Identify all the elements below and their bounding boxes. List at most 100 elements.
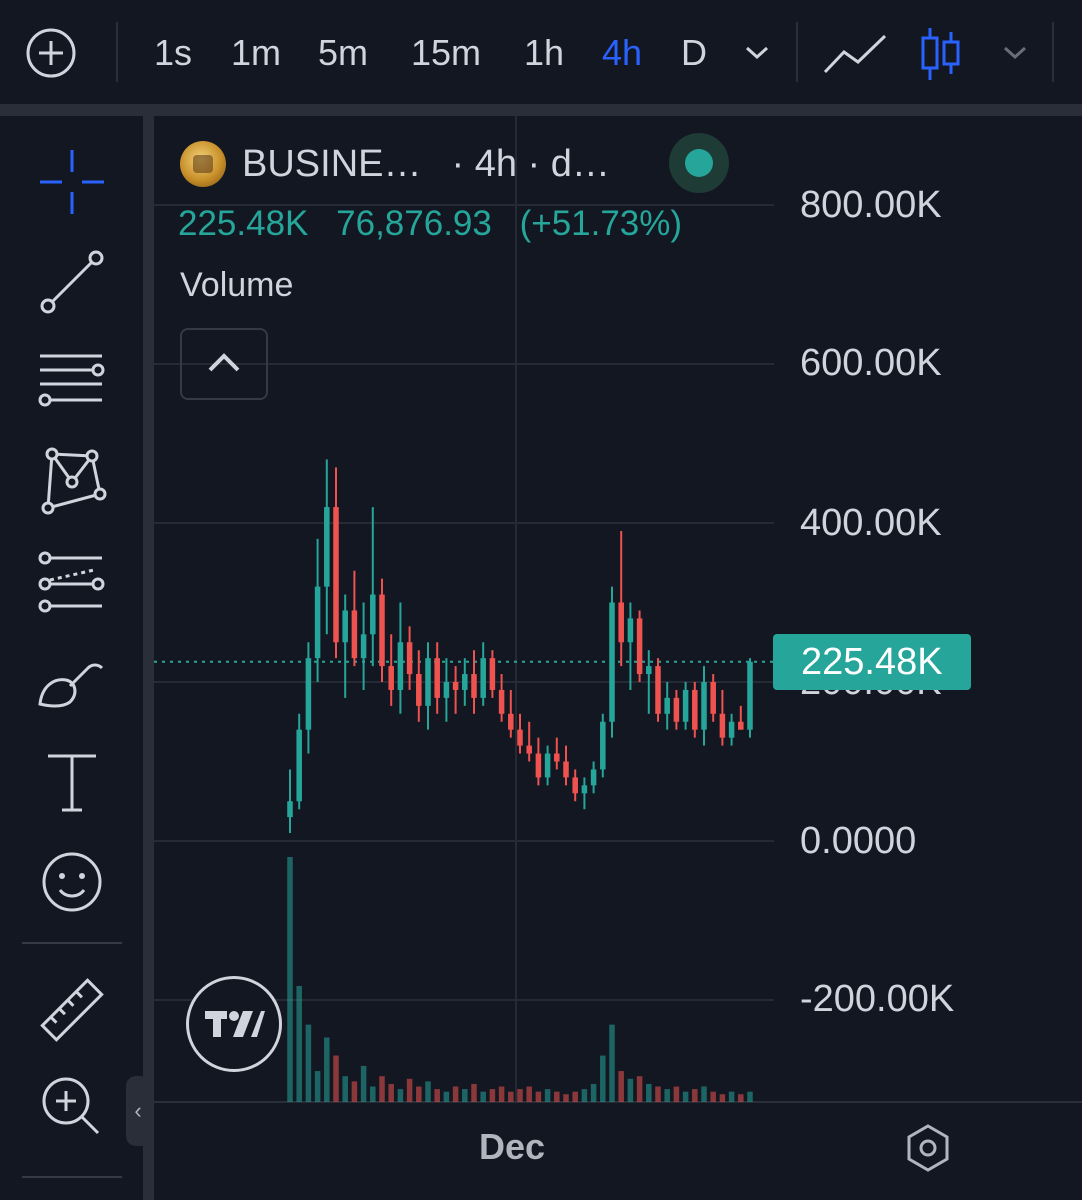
- candle-body: [324, 507, 330, 587]
- volume-bar: [333, 1055, 339, 1102]
- volume-bar: [351, 1081, 358, 1102]
- text-tool[interactable]: [36, 746, 108, 818]
- add-symbol-button[interactable]: [24, 26, 78, 80]
- interval-1m-button[interactable]: 1m: [231, 28, 281, 78]
- volume-bar: [600, 1055, 606, 1102]
- interval-4h-button[interactable]: 4h: [602, 28, 642, 78]
- fib-tool[interactable]: [36, 546, 108, 618]
- volume-bar: [434, 1089, 440, 1102]
- candle-body: [664, 697, 670, 714]
- line-chart-type-button[interactable]: [822, 30, 888, 76]
- crosshair-icon: [40, 150, 104, 214]
- volume-bar: [406, 1078, 413, 1102]
- xabcd-pattern-icon: [41, 447, 107, 515]
- volume-bar: [498, 1086, 505, 1102]
- interval-15m-button[interactable]: 15m: [411, 28, 481, 78]
- volume-bar: [572, 1091, 578, 1102]
- brush-tool[interactable]: [36, 646, 108, 718]
- chart-settings-button[interactable]: [900, 1120, 956, 1176]
- volume-bar: [342, 1076, 348, 1102]
- time-axis-label: Dec: [479, 1126, 546, 1167]
- collapse-sidebar-button[interactable]: ‹: [126, 1076, 150, 1146]
- volume-bar: [305, 1024, 312, 1102]
- volume-bar: [287, 857, 293, 1102]
- candle-body: [305, 658, 312, 730]
- symbol-legend[interactable]: BUSINE… · 4h · d…: [180, 141, 610, 187]
- ohlc-values: 225.48K 76,876.93 (+51.73%): [178, 204, 700, 244]
- candle-body: [581, 785, 588, 794]
- volume-bar: [443, 1091, 450, 1102]
- volume-bar: [728, 1091, 735, 1102]
- brush-icon: [38, 663, 104, 708]
- candle-body: [452, 682, 459, 690]
- toolbar-divider: [796, 22, 798, 82]
- toolbar-separator: [0, 104, 1082, 116]
- volume-bar: [370, 1086, 376, 1102]
- interval-D-button[interactable]: D: [681, 28, 707, 78]
- token-logo: [180, 141, 226, 187]
- sidebar-separator: [143, 116, 154, 1200]
- candle-body: [710, 682, 716, 714]
- toolbar-divider: [116, 22, 118, 82]
- legend-interval: · 4h · d…: [451, 142, 610, 185]
- interval-5m-button[interactable]: 5m: [318, 28, 368, 78]
- pattern-tool[interactable]: [36, 446, 108, 518]
- collapse-legend-button[interactable]: [180, 328, 268, 400]
- volume-bar: [581, 1089, 588, 1102]
- volume-bar: [618, 1071, 624, 1102]
- measure-tool[interactable]: [36, 974, 108, 1046]
- interval-1h-button[interactable]: 1h: [524, 28, 564, 78]
- line-chart-icon: [823, 34, 887, 74]
- settings-hexagon-icon: [907, 1124, 949, 1172]
- last-price-tag: 225.48K: [773, 634, 971, 690]
- zoom-in-tool[interactable]: [36, 1071, 108, 1143]
- candle-body: [434, 658, 440, 698]
- emoji-tool[interactable]: [36, 846, 108, 918]
- candle-body: [462, 674, 468, 690]
- volume-bar: [452, 1086, 459, 1102]
- candle-body: [517, 729, 523, 746]
- market-status-indicator[interactable]: [669, 133, 729, 193]
- interval-1s-button[interactable]: 1s: [154, 28, 192, 78]
- candle-body: [379, 594, 385, 667]
- plus-circle-icon: [26, 28, 76, 78]
- volume-bar: [314, 1071, 321, 1102]
- volume-bar: [526, 1086, 532, 1102]
- volume-bar: [692, 1089, 698, 1102]
- indicator-label[interactable]: Volume: [180, 266, 293, 305]
- candle-body: [397, 642, 404, 690]
- candle-body: [554, 753, 560, 762]
- candle-body: [673, 697, 680, 722]
- volume-bar: [471, 1083, 477, 1102]
- ruler-icon: [40, 978, 104, 1042]
- interval-dropdown-button[interactable]: [742, 40, 772, 66]
- candle-body: [388, 666, 394, 690]
- candle-body: [314, 586, 321, 659]
- candles-chart-type-button[interactable]: [918, 26, 962, 82]
- tradingview-logo[interactable]: [186, 976, 282, 1072]
- price-axis-label: 0.0000: [800, 820, 917, 862]
- candle-body: [351, 610, 358, 659]
- candle-body: [342, 610, 348, 643]
- volume-bar: [590, 1083, 597, 1102]
- candle-body: [425, 658, 431, 706]
- candle-body: [747, 661, 753, 730]
- horizontal-lines-icon: [38, 354, 105, 407]
- volume-bar: [664, 1089, 670, 1102]
- candle-body: [655, 666, 661, 714]
- volume-bar: [379, 1076, 385, 1102]
- candle-body: [563, 761, 569, 778]
- volume-bar: [710, 1091, 716, 1102]
- horizontal-lines-tool[interactable]: [36, 346, 108, 418]
- candle-body: [701, 682, 707, 730]
- status-dot-icon: [685, 149, 713, 177]
- chart-type-dropdown-button[interactable]: [1000, 40, 1030, 66]
- volume-bar: [701, 1086, 707, 1102]
- price-axis-label: 800.00K: [800, 184, 942, 226]
- trend-line-tool[interactable]: [36, 246, 108, 318]
- volume-bar: [480, 1091, 486, 1102]
- chart-pane[interactable]: BUSINE… · 4h · d… 225.48K 76,876.93 (+51…: [154, 116, 1082, 1200]
- crosshair-tool[interactable]: [36, 146, 108, 218]
- volume-bar: [609, 1024, 615, 1102]
- toolbar-divider: [22, 942, 122, 944]
